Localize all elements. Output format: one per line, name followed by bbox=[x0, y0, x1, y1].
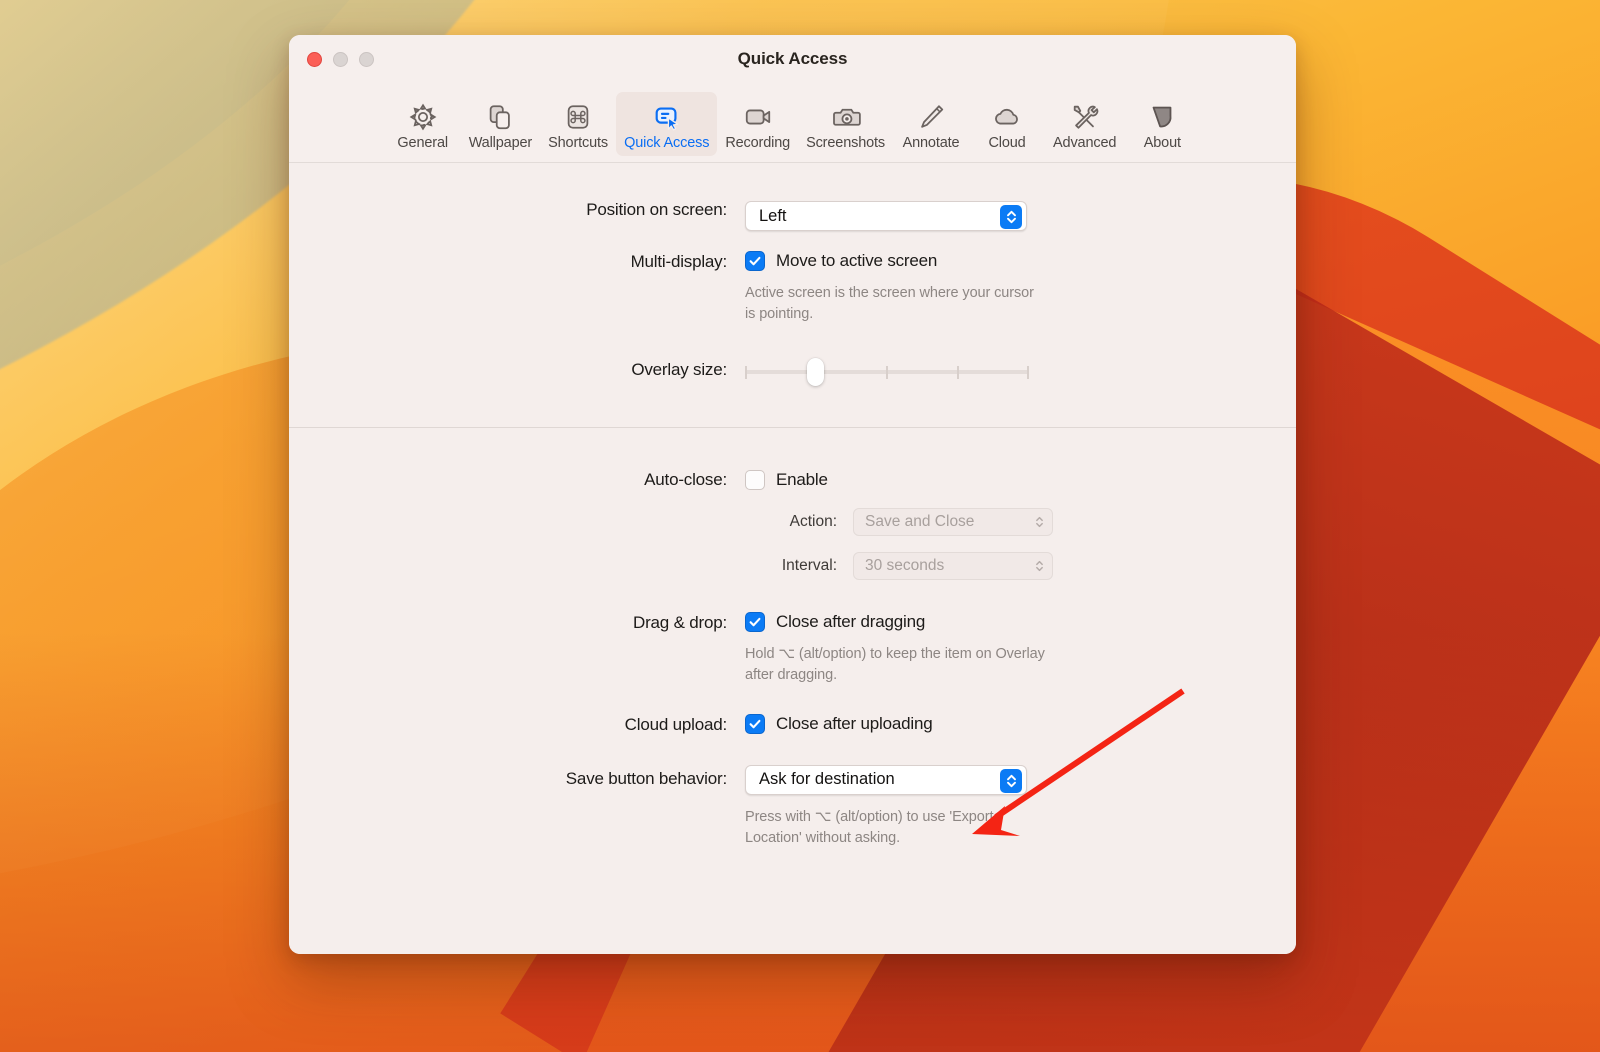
tab-annotate[interactable]: Annotate bbox=[893, 92, 969, 156]
cloud-upload-row: Cloud upload: Close after uploading bbox=[289, 686, 1296, 735]
chevron-updown-icon bbox=[1035, 559, 1044, 573]
save-button-behavior-row: Save button behavior: Ask for destinatio… bbox=[289, 735, 1296, 849]
auto-close-enable-checkbox-row[interactable]: Enable bbox=[745, 470, 1296, 491]
close-after-uploading-checkbox[interactable] bbox=[745, 714, 765, 735]
tab-about-label: About bbox=[1143, 135, 1181, 151]
close-after-dragging-checkbox-row[interactable]: Close after dragging bbox=[745, 612, 1296, 633]
cloud-icon bbox=[992, 98, 1022, 132]
overlay-size-row: Overlay size: bbox=[289, 325, 1296, 427]
preferences-content: Position on screen: Left Multi-display: … bbox=[289, 163, 1296, 954]
slider-tick bbox=[886, 366, 888, 380]
close-window-button[interactable] bbox=[307, 51, 322, 67]
auto-close-interval-row: Interval: 30 seconds bbox=[745, 552, 1296, 581]
tab-quick-access-label: Quick Access bbox=[624, 135, 710, 151]
overlay-section: Position on screen: Left Multi-display: … bbox=[289, 163, 1296, 427]
marker-pen-icon bbox=[916, 98, 946, 132]
tab-shortcuts[interactable]: Shortcuts bbox=[540, 92, 616, 156]
position-on-screen-value: Left bbox=[759, 206, 787, 225]
overlay-size-label: Overlay size: bbox=[631, 360, 727, 380]
position-on-screen-row: Position on screen: Left bbox=[289, 163, 1296, 231]
overlay-size-slider[interactable] bbox=[745, 357, 1029, 387]
tab-about[interactable]: About bbox=[1124, 92, 1200, 156]
save-button-behavior-help-text: Press with ⌥ (alt/option) to use 'Export… bbox=[745, 808, 994, 846]
behavior-section: Auto-close: Enable Action: Save and Clos… bbox=[289, 428, 1296, 849]
auto-close-interval-popup[interactable]: 30 seconds bbox=[853, 552, 1053, 581]
multi-display-label: Multi-display: bbox=[630, 252, 728, 271]
traffic-light-buttons bbox=[307, 51, 374, 67]
tab-general-label: General bbox=[397, 135, 448, 151]
slider-tick bbox=[1027, 366, 1029, 380]
tab-annotate-label: Annotate bbox=[902, 135, 960, 151]
chevron-updown-icon bbox=[1000, 205, 1022, 229]
tab-cloud-label: Cloud bbox=[988, 135, 1026, 151]
about-icon bbox=[1147, 98, 1177, 132]
chevron-updown-icon bbox=[1000, 768, 1022, 793]
multi-display-row: Multi-display: Move to active screen Act… bbox=[289, 231, 1296, 325]
save-button-behavior-popup[interactable]: Ask for destination bbox=[745, 764, 1027, 795]
gear-icon bbox=[408, 98, 438, 132]
auto-close-action-row: Action: Save and Close bbox=[745, 508, 1296, 537]
auto-close-action-value: Save and Close bbox=[865, 513, 975, 531]
position-on-screen-label: Position on screen: bbox=[586, 200, 727, 219]
close-after-dragging-checkbox[interactable] bbox=[745, 612, 765, 633]
tab-screenshots-label: Screenshots bbox=[806, 135, 886, 151]
move-to-active-screen-label: Move to active screen bbox=[776, 251, 938, 270]
preferences-toolbar: General Wallpaper Shortcuts Quick Access… bbox=[289, 83, 1296, 163]
wallpaper-icon bbox=[485, 98, 515, 132]
chevron-updown-icon bbox=[1035, 515, 1044, 529]
tab-advanced[interactable]: Advanced bbox=[1045, 92, 1124, 156]
tab-shortcuts-label: Shortcuts bbox=[548, 135, 609, 151]
quick-access-icon bbox=[652, 98, 682, 132]
tab-general[interactable]: General bbox=[385, 92, 461, 156]
tab-wallpaper-label: Wallpaper bbox=[468, 135, 533, 151]
slider-tick bbox=[957, 366, 959, 380]
cloud-upload-label: Cloud upload: bbox=[624, 715, 728, 735]
tab-recording-label: Recording bbox=[725, 135, 791, 151]
save-button-behavior-value: Ask for destination bbox=[759, 770, 895, 789]
window-titlebar: Quick Access bbox=[289, 35, 1296, 83]
tab-recording[interactable]: Recording bbox=[717, 92, 798, 156]
maximize-window-button[interactable] bbox=[359, 51, 374, 67]
slider-tick bbox=[745, 366, 747, 380]
drag-drop-help-text: Hold ⌥ (alt/option) to keep the item on … bbox=[745, 646, 1045, 684]
move-to-active-screen-checkbox[interactable] bbox=[745, 251, 765, 271]
tab-screenshots[interactable]: Screenshots bbox=[798, 92, 893, 156]
close-after-dragging-label: Close after dragging bbox=[776, 612, 926, 632]
tab-quick-access[interactable]: Quick Access bbox=[616, 92, 718, 156]
window-title: Quick Access bbox=[737, 49, 848, 68]
auto-close-action-popup[interactable]: Save and Close bbox=[853, 508, 1053, 537]
tab-advanced-label: Advanced bbox=[1053, 135, 1117, 151]
drag-drop-label: Drag & drop: bbox=[633, 613, 727, 633]
move-to-active-screen-checkbox-row[interactable]: Move to active screen bbox=[745, 251, 1296, 271]
drag-drop-row: Drag & drop: Close after dragging Hold ⌥… bbox=[289, 580, 1296, 686]
auto-close-enable-label: Enable bbox=[776, 470, 828, 490]
position-on-screen-popup[interactable]: Left bbox=[745, 201, 1027, 231]
tools-icon bbox=[1070, 98, 1100, 132]
video-camera-icon bbox=[743, 98, 773, 132]
command-key-icon bbox=[563, 98, 593, 132]
save-button-behavior-label: Save button behavior: bbox=[565, 768, 727, 788]
slider-thumb[interactable] bbox=[807, 358, 824, 387]
tab-wallpaper[interactable]: Wallpaper bbox=[461, 92, 540, 156]
auto-close-action-label: Action: bbox=[789, 513, 837, 531]
auto-close-label: Auto-close: bbox=[644, 470, 727, 490]
minimize-window-button[interactable] bbox=[333, 51, 348, 67]
auto-close-interval-label: Interval: bbox=[781, 557, 837, 575]
tab-cloud[interactable]: Cloud bbox=[969, 92, 1045, 156]
camera-icon bbox=[831, 98, 861, 132]
close-after-uploading-label: Close after uploading bbox=[776, 714, 933, 734]
auto-close-enable-checkbox[interactable] bbox=[745, 470, 765, 491]
auto-close-row: Auto-close: Enable Action: Save and Clos… bbox=[289, 428, 1296, 581]
multi-display-help-text: Active screen is the screen where your c… bbox=[745, 285, 1034, 323]
close-after-uploading-checkbox-row[interactable]: Close after uploading bbox=[745, 714, 1296, 735]
preferences-window: Quick Access General Wallpaper Shortcuts… bbox=[289, 35, 1296, 954]
auto-close-interval-value: 30 seconds bbox=[865, 557, 945, 575]
